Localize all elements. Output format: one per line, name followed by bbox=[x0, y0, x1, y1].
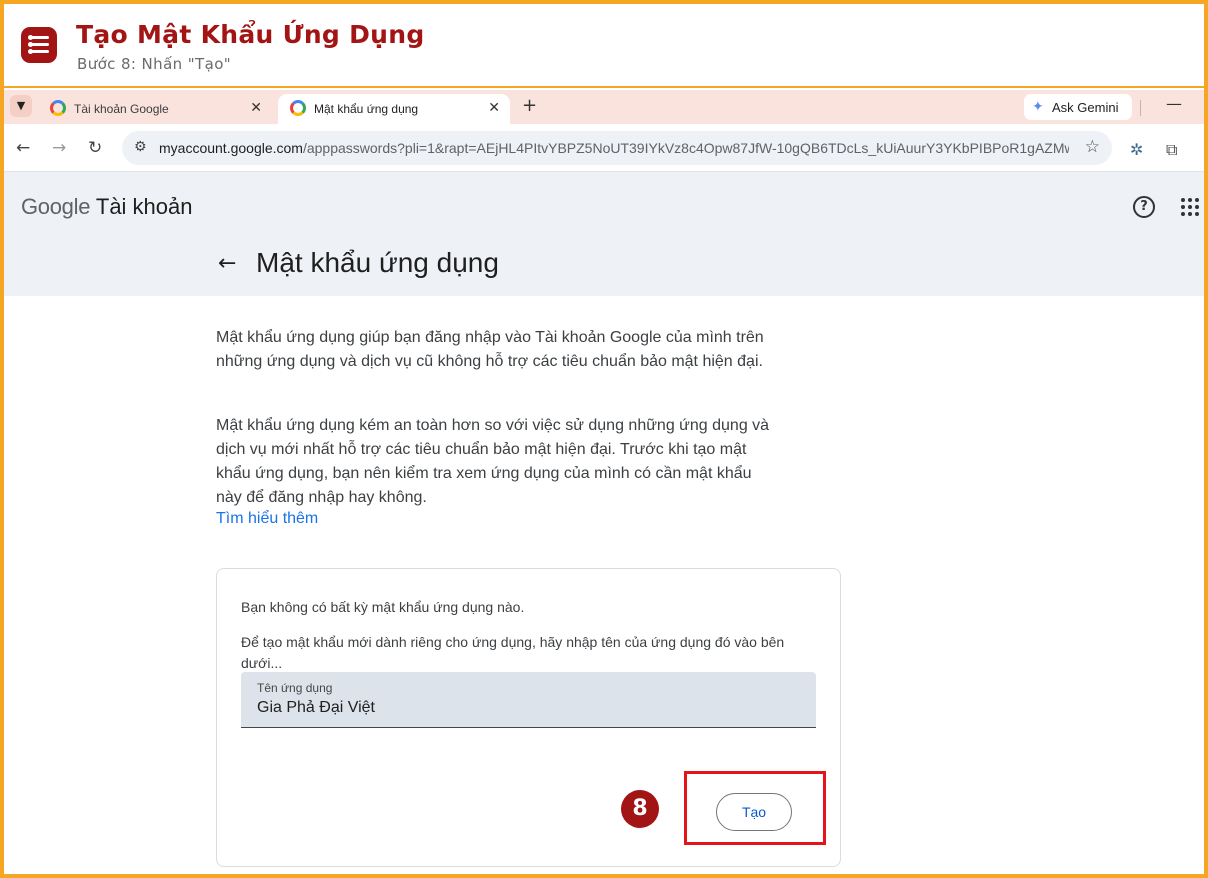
window-separator bbox=[1140, 100, 1141, 116]
tab-search-chevron-icon[interactable]: ▼ bbox=[10, 95, 32, 117]
google-account-brand[interactable]: Google Tài khoản bbox=[21, 194, 193, 220]
tutorial-header: Tạo Mật Khẩu Ứng Dụng Bước 8: Nhấn "Tạo" bbox=[4, 4, 1204, 88]
instructions-text: Để tạo mật khẩu mới dành riêng cho ứng d… bbox=[241, 634, 785, 671]
close-icon[interactable]: ✕ bbox=[250, 99, 262, 116]
help-icon[interactable]: ? bbox=[1133, 196, 1155, 218]
app-name-input[interactable]: Tên ứng dụng Gia Phả Đại Việt bbox=[241, 672, 816, 728]
main-content: Mật khẩu ứng dụng giúp bạn đăng nhập vào… bbox=[4, 296, 1204, 874]
step-marker: 8 bbox=[621, 790, 659, 828]
url-text[interactable]: myaccount.google.com/apppasswords?pli=1&… bbox=[159, 140, 1069, 156]
reload-icon[interactable]: ↻ bbox=[88, 138, 102, 158]
bookmark-star-icon[interactable]: ☆ bbox=[1085, 137, 1100, 157]
ask-gemini-label: Ask Gemini bbox=[1052, 100, 1119, 115]
forward-arrow-icon[interactable]: → bbox=[52, 138, 66, 158]
apps-grid-icon[interactable] bbox=[1181, 198, 1199, 216]
intro-paragraph: Mật khẩu ứng dụng giúp bạn đăng nhập vào… bbox=[216, 329, 764, 370]
extension-icon[interactable]: ✲ bbox=[1130, 140, 1143, 159]
minimize-button[interactable]: — bbox=[1166, 94, 1182, 113]
app-name-value[interactable]: Gia Phả Đại Việt bbox=[257, 699, 375, 717]
tab-label: Mật khẩu ứng dụng bbox=[314, 102, 419, 116]
close-icon[interactable]: ✕ bbox=[488, 99, 500, 116]
browser-toolbar: ← → ↻ ⚙ myaccount.google.com/apppassword… bbox=[4, 124, 1204, 172]
back-arrow-icon[interactable]: ← bbox=[16, 138, 30, 158]
tutorial-subtitle: Bước 8: Nhấn "Tạo" bbox=[77, 55, 232, 73]
account-label: Tài khoản bbox=[95, 194, 193, 219]
google-favicon-icon bbox=[50, 100, 66, 116]
site-settings-icon[interactable]: ⚙ bbox=[134, 139, 147, 155]
address-bar[interactable]: ⚙ myaccount.google.com/apppasswords?pli=… bbox=[122, 131, 1112, 165]
no-passwords-text: Bạn không có bất kỳ mật khẩu ứng dụng nà… bbox=[241, 599, 525, 615]
extensions-puzzle-icon[interactable]: ⧉ bbox=[1166, 140, 1177, 160]
tab-bar: ▼ Tài khoản Google ✕ Mật khẩu ứng dụng ✕… bbox=[4, 90, 1204, 124]
tab-google-account[interactable]: Tài khoản Google ✕ bbox=[38, 94, 272, 124]
tab-label: Tài khoản Google bbox=[74, 102, 169, 116]
app-name-label: Tên ứng dụng bbox=[257, 681, 333, 695]
create-button[interactable]: Tạo bbox=[716, 793, 792, 831]
warning-paragraph: Mật khẩu ứng dụng kém an toàn hơn so với… bbox=[216, 417, 770, 506]
back-arrow-icon[interactable]: ← bbox=[218, 251, 236, 276]
new-tab-button[interactable]: + bbox=[522, 95, 537, 116]
page-title: Mật khẩu ứng dụng bbox=[256, 247, 499, 278]
page-header-band: Google Tài khoản ? ← Mật khẩu ứng dụng bbox=[4, 172, 1204, 296]
google-favicon-icon bbox=[290, 100, 306, 116]
learn-more-link[interactable]: Tìm hiểu thêm bbox=[216, 510, 318, 528]
page: Google Tài khoản ? ← Mật khẩu ứng dụng M… bbox=[4, 172, 1204, 874]
list-icon bbox=[21, 27, 57, 63]
google-logo-text: Google bbox=[21, 194, 91, 219]
ask-gemini-button[interactable]: ✦ Ask Gemini bbox=[1024, 94, 1132, 120]
tutorial-title: Tạo Mật Khẩu Ứng Dụng bbox=[76, 20, 425, 49]
tab-app-passwords[interactable]: Mật khẩu ứng dụng ✕ bbox=[278, 94, 510, 124]
tutorial-frame: Tạo Mật Khẩu Ứng Dụng Bước 8: Nhấn "Tạo"… bbox=[0, 0, 1208, 878]
gemini-sparkle-icon: ✦ bbox=[1032, 98, 1044, 114]
